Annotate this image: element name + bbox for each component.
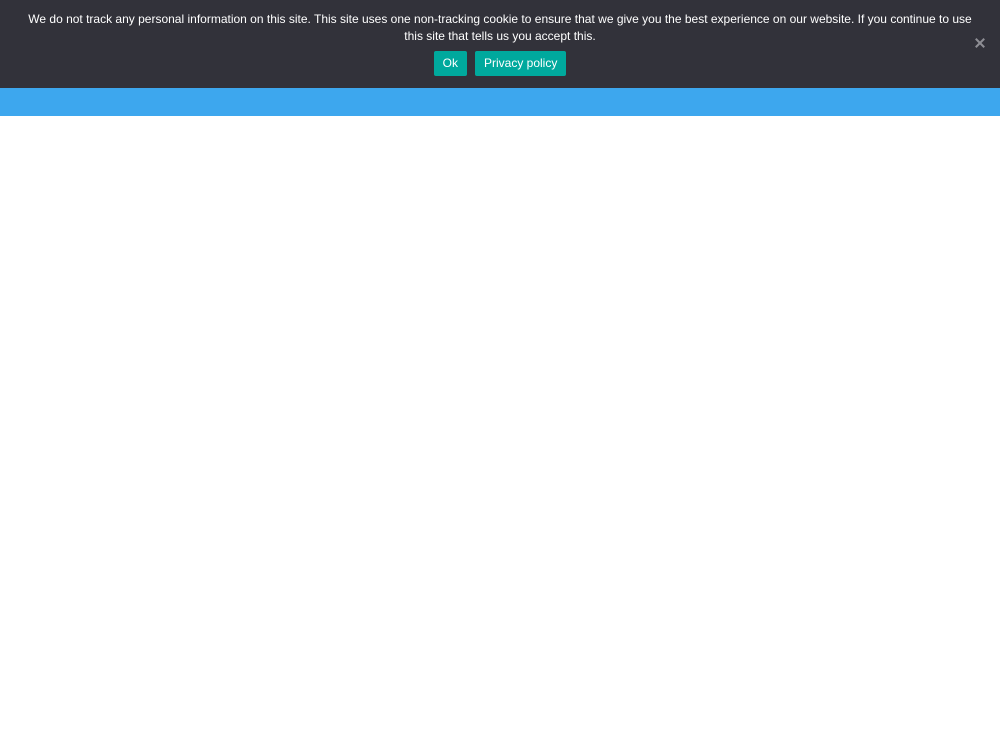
close-icon[interactable] [974,37,986,49]
cookie-notice-buttons: Ok Privacy policy [0,51,1000,76]
page-content-area [0,116,1000,750]
privacy-policy-button[interactable]: Privacy policy [474,51,567,76]
cookie-notice-banner: We do not track any personal information… [0,0,1000,88]
ok-button[interactable]: Ok [433,51,467,76]
cookie-notice-message: We do not track any personal information… [28,12,972,43]
site-header-bar [0,88,1000,116]
